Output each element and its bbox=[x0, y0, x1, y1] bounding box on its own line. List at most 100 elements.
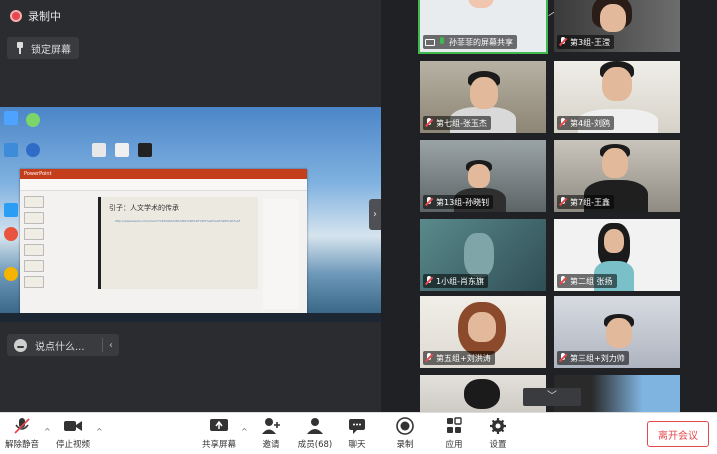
chevron-up-icon[interactable]: ^ bbox=[44, 427, 51, 436]
slide-title: 引子：人文学术的传承 bbox=[109, 204, 179, 212]
chat-button[interactable]: 聊天 bbox=[337, 417, 377, 450]
participant-name-tag: 第七组-张玉杰 bbox=[423, 116, 491, 130]
video-tile[interactable]: 第7组-王鑫 bbox=[554, 140, 680, 212]
desktop-icon bbox=[26, 143, 40, 157]
chat-label: 聊天 bbox=[348, 440, 366, 450]
current-slide: 引子：人文学术的传承 http://www.baidu.com/s?wd=%E4… bbox=[98, 197, 258, 289]
apps-button[interactable]: 应用 bbox=[434, 417, 474, 450]
meeting-window: 录制中 锁定屏幕 PowerPoint 引子：人文学术的传承 http://ww… bbox=[0, 0, 717, 454]
microphone-muted-icon bbox=[559, 353, 567, 363]
chat-input-bar[interactable]: 说点什么... ‹ bbox=[7, 334, 119, 356]
main-view: 录制中 锁定屏幕 PowerPoint 引子：人文学术的传承 http://ww… bbox=[0, 0, 381, 412]
participant-name-tag: 孙菲菲的屏幕共享 bbox=[423, 35, 517, 49]
emoji-icon[interactable] bbox=[14, 338, 27, 352]
video-tile[interactable]: 第4组-刘鸥 bbox=[554, 61, 680, 133]
record-dot-icon bbox=[10, 10, 22, 22]
add-user-icon bbox=[262, 418, 280, 434]
invite-button[interactable]: 邀请 bbox=[251, 417, 291, 450]
video-tile[interactable]: 第3组-王滢 bbox=[554, 0, 680, 52]
microphone-muted-icon bbox=[559, 37, 567, 47]
stop-video-button[interactable]: 停止视频 bbox=[53, 417, 93, 450]
recording-indicator[interactable]: 录制中 bbox=[10, 8, 61, 24]
microphone-muted-icon bbox=[559, 197, 567, 207]
share-screen-button[interactable]: 共享屏幕 bbox=[199, 417, 239, 450]
record-label: 录制 bbox=[396, 440, 414, 450]
participant-avatar bbox=[602, 67, 632, 101]
video-tile[interactable]: 1小组-肖东旗 bbox=[420, 219, 546, 291]
unmute-button[interactable]: 解除静音 bbox=[2, 417, 42, 450]
members-icon bbox=[307, 418, 323, 434]
microphone-muted-icon bbox=[425, 197, 433, 207]
slide-thumbnails bbox=[22, 193, 46, 311]
microphone-muted-icon bbox=[425, 276, 433, 286]
screen-share-icon bbox=[425, 38, 435, 46]
desktop-icon bbox=[4, 227, 18, 241]
slide-thumbnail bbox=[24, 212, 44, 224]
members-button[interactable]: 成员(68) bbox=[295, 417, 335, 450]
video-tile[interactable]: 孙菲菲的屏幕共享 bbox=[418, 0, 548, 54]
desktop-icon bbox=[4, 267, 18, 281]
participant-avatar bbox=[604, 229, 624, 253]
scroll-down-button[interactable]: ﹀ bbox=[523, 388, 581, 406]
invite-label: 邀请 bbox=[262, 440, 280, 450]
participant-avatar bbox=[470, 77, 498, 109]
share-screen-icon bbox=[210, 419, 228, 431]
chevron-up-icon[interactable]: ^ bbox=[241, 427, 248, 436]
ribbon bbox=[20, 179, 307, 191]
participant-name: 第三组+刘力帅 bbox=[570, 353, 625, 363]
recording-label: 录制中 bbox=[28, 10, 61, 23]
settings-button[interactable]: 设置 bbox=[478, 417, 518, 450]
windows-taskbar bbox=[0, 313, 381, 322]
powerpoint-window: PowerPoint 引子：人文学术的传承 http://www.baidu.c… bbox=[20, 169, 307, 317]
participant-name-tag: 第13组-孙晓钊 bbox=[423, 195, 494, 209]
pin-screen-label: 锁定屏幕 bbox=[31, 44, 71, 56]
share-screen-label: 共享屏幕 bbox=[201, 440, 236, 450]
settings-label: 设置 bbox=[489, 440, 507, 450]
participant-avatar bbox=[464, 233, 494, 277]
chat-placeholder: 说点什么... bbox=[35, 341, 85, 353]
desktop-icon bbox=[4, 143, 18, 157]
participant-name: 第3组-王滢 bbox=[570, 37, 610, 47]
participant-name-tag: 第五组+刘洪涛 bbox=[423, 351, 495, 365]
video-tile[interactable]: 第五组+刘洪涛 bbox=[420, 296, 546, 368]
shared-screen: PowerPoint 引子：人文学术的传承 http://www.baidu.c… bbox=[0, 107, 381, 322]
window-title: PowerPoint bbox=[20, 169, 307, 179]
participant-name: 第4组-刘鸥 bbox=[570, 118, 610, 128]
right-pane bbox=[263, 199, 299, 309]
video-camera-icon bbox=[64, 421, 82, 431]
participant-avatar bbox=[468, 312, 496, 342]
participant-name: 孙菲菲的屏幕共享 bbox=[449, 37, 513, 47]
video-tile[interactable]: 第七组-张玉杰 bbox=[420, 61, 546, 133]
chevron-left-icon[interactable]: ‹ bbox=[103, 340, 119, 351]
pin-icon bbox=[15, 42, 25, 54]
participant-name: 第五组+刘洪涛 bbox=[436, 353, 491, 363]
unmute-label: 解除静音 bbox=[4, 440, 39, 450]
video-tile[interactable]: 第13组-孙晓钊 bbox=[420, 140, 546, 212]
apps-icon bbox=[447, 417, 462, 433]
microphone-muted-icon bbox=[559, 118, 567, 128]
chevron-up-icon[interactable]: ^ bbox=[96, 427, 103, 436]
record-icon bbox=[396, 417, 414, 435]
leave-meeting-button[interactable]: 离开会议 bbox=[647, 421, 709, 447]
slide-text: http://www.baidu.com/s?wd=%E4%BA%BA%E6%9… bbox=[115, 219, 241, 223]
participant-name: 1小组-肖东旗 bbox=[436, 276, 484, 286]
video-tile[interactable]: 第三组+刘力帅 bbox=[554, 296, 680, 368]
microphone-muted-icon bbox=[425, 118, 433, 128]
microphone-muted-icon bbox=[425, 353, 433, 363]
video-tile[interactable]: 第二组 张扬 bbox=[554, 219, 680, 291]
apps-label: 应用 bbox=[445, 440, 463, 450]
collapse-gallery-button[interactable]: › bbox=[369, 199, 381, 230]
record-button[interactable]: 录制 bbox=[385, 417, 425, 450]
participant-name: 第7组-王鑫 bbox=[570, 197, 610, 207]
desktop-icon bbox=[138, 143, 152, 157]
microphone-muted-icon bbox=[559, 276, 567, 286]
desktop-icon bbox=[4, 203, 18, 217]
members-label: 成员(68) bbox=[297, 440, 333, 450]
participant-name-tag: 第二组 张扬 bbox=[557, 274, 617, 288]
participant-name-tag: 第三组+刘力帅 bbox=[557, 351, 629, 365]
slide-thumbnail bbox=[24, 196, 44, 208]
desktop-icon bbox=[26, 113, 40, 127]
desktop-icon bbox=[115, 143, 129, 157]
slide-thumbnail bbox=[24, 276, 44, 288]
pin-screen-button[interactable]: 锁定屏幕 bbox=[7, 37, 79, 59]
